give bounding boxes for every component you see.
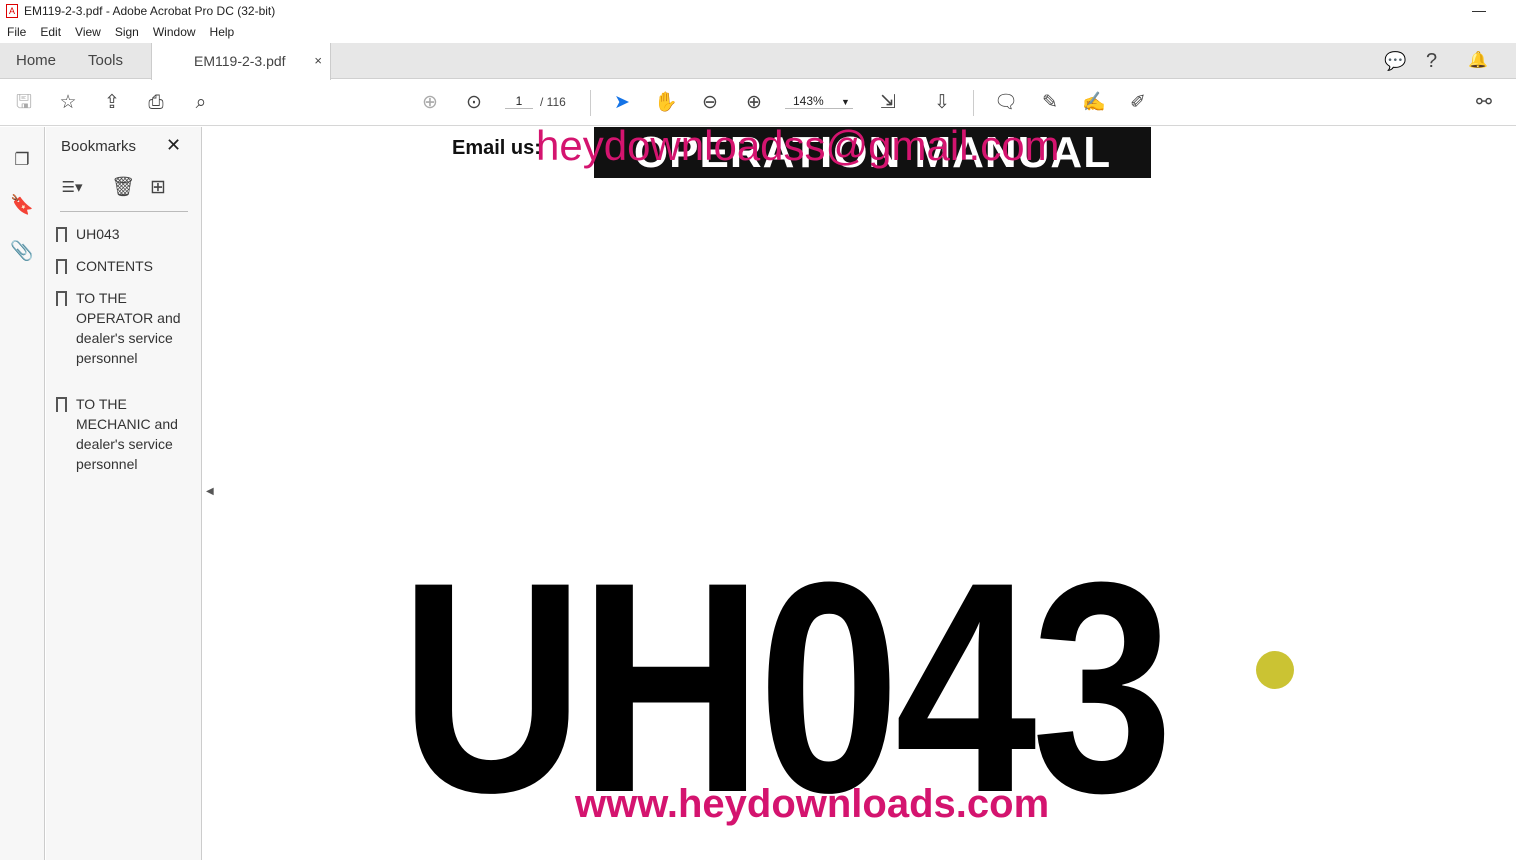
zoom-in-icon[interactable]: ⊕ xyxy=(742,92,766,114)
save-icon[interactable]: 🖫 xyxy=(12,92,36,114)
comment-bubble-icon[interactable]: 💬 xyxy=(1384,43,1406,79)
bookmark-item[interactable]: TO THE OPERATOR and dealer's service per… xyxy=(56,288,196,368)
bell-icon[interactable]: 🔔 xyxy=(1468,43,1488,79)
delete-bookmark-icon[interactable]: 🗑 xyxy=(111,177,135,199)
tab-home[interactable]: Home xyxy=(16,43,56,79)
bookmark-item[interactable]: UH043 xyxy=(56,224,196,244)
menu-window[interactable]: Window xyxy=(153,25,196,39)
search-zoom-icon[interactable]: ⌕ xyxy=(189,92,213,114)
menu-edit[interactable]: Edit xyxy=(40,25,61,39)
add-bookmark-icon[interactable]: ⊞ xyxy=(146,177,170,199)
email-watermark: heydownloadss@gmail.com xyxy=(536,127,1060,169)
menu-view[interactable]: View xyxy=(75,25,101,39)
comment-icon[interactable]: 🗨 xyxy=(994,92,1018,114)
url-watermark: www.heydownloads.com xyxy=(575,782,1050,826)
star-icon[interactable]: ☆ xyxy=(56,92,80,114)
bookmark-item[interactable]: TO THE MECHANIC and dealer's service per… xyxy=(56,394,196,474)
bookmark-options-icon[interactable]: ☰▾ xyxy=(60,177,84,199)
left-rail: ❐ 🔖 📎 xyxy=(0,127,45,860)
menu-file[interactable]: File xyxy=(7,25,26,39)
print-icon[interactable]: ⎙ xyxy=(144,92,168,114)
bookmark-item[interactable]: CONTENTS xyxy=(56,256,196,276)
menu-bar: File Edit View Sign Window Help xyxy=(0,22,234,42)
acrobat-logo-icon: A xyxy=(6,4,18,18)
bookmark-panel-icon[interactable]: 🔖 xyxy=(10,195,34,217)
chevron-down-icon: ▼ xyxy=(841,97,850,107)
window-title: EM119-2-3.pdf - Adobe Acrobat Pro DC (32… xyxy=(24,4,276,18)
previous-page-icon[interactable]: ⊕ xyxy=(418,92,442,114)
email-label: Email us: xyxy=(452,137,541,159)
tab-bar: Home Tools EM119-2-3.pdf × 💬 ? 🔔 xyxy=(0,43,1516,80)
zoom-value: 143% xyxy=(793,94,824,108)
bookmark-icon xyxy=(56,259,67,274)
sign-icon[interactable]: ✍ xyxy=(1082,92,1106,114)
mouse-cursor-highlight xyxy=(1256,651,1294,689)
share-link-icon[interactable]: ⚯ xyxy=(1472,92,1496,114)
select-cursor-icon[interactable]: ➤ xyxy=(610,92,634,114)
bookmark-icon xyxy=(56,397,67,412)
bookmark-icon xyxy=(56,227,67,242)
edit-document-icon[interactable]: ✐ xyxy=(1126,92,1150,114)
tab-document[interactable]: EM119-2-3.pdf × xyxy=(151,43,331,80)
highlight-pen-icon[interactable]: ✎ xyxy=(1038,92,1062,114)
close-bookmarks-button[interactable]: ✕ xyxy=(166,135,181,156)
tab-tools[interactable]: Tools xyxy=(88,43,123,79)
page-number-input[interactable]: 1 xyxy=(505,94,533,109)
bookmarks-title: Bookmarks xyxy=(61,138,137,155)
help-icon[interactable]: ? xyxy=(1426,43,1437,79)
collapse-panel-icon[interactable]: ◀ xyxy=(206,486,214,497)
hand-tool-icon[interactable]: ✋ xyxy=(654,92,678,114)
bookmarks-panel: Bookmarks ✕ ☰▾ 🗑 ⊞ UH043 CONTENTS TO THE… xyxy=(46,127,202,860)
fit-page-icon[interactable]: ⇲ xyxy=(876,92,900,114)
next-page-icon[interactable]: ⊙ xyxy=(462,92,486,114)
title-bar: A EM119-2-3.pdf - Adobe Acrobat Pro DC (… xyxy=(0,0,1516,22)
tab-document-label: EM119-2-3.pdf xyxy=(194,53,286,69)
page-total: / 116 xyxy=(540,95,566,109)
bookmark-icon xyxy=(56,291,67,306)
zoom-out-icon[interactable]: ⊖ xyxy=(698,92,722,114)
pdf-page[interactable]: OPERATION MANUAL Email us: heydownloadss… xyxy=(220,127,1516,860)
page-thumbnails-icon[interactable]: ❐ xyxy=(10,149,34,171)
attachment-icon[interactable]: 📎 xyxy=(10,241,34,263)
minimize-button[interactable]: — xyxy=(1472,2,1486,18)
menu-sign[interactable]: Sign xyxy=(115,25,139,39)
menu-help[interactable]: Help xyxy=(210,25,235,39)
toolbar: 🖫 ☆ ⇪ ⎙ ⌕ ⊕ ⊙ 1 / 116 ➤ ✋ ⊖ ⊕ 143% ▼ ⇲ ⇩… xyxy=(0,80,1516,126)
close-tab-button[interactable]: × xyxy=(314,43,322,79)
zoom-level-dropdown[interactable]: 143% ▼ xyxy=(785,94,853,109)
upload-cloud-icon[interactable]: ⇪ xyxy=(100,92,124,114)
scroll-mode-icon[interactable]: ⇩ xyxy=(930,92,954,114)
